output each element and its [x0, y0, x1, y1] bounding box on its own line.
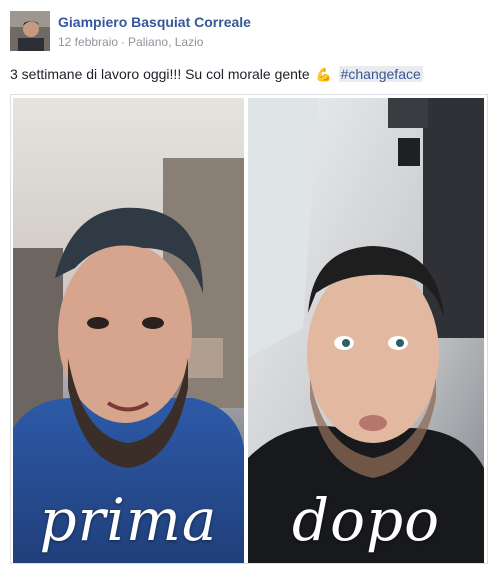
- author-avatar[interactable]: [10, 11, 50, 51]
- post-location-link[interactable]: Paliano, Lazio: [128, 35, 203, 49]
- flexed-biceps-icon: 💪: [315, 67, 332, 82]
- photo-before[interactable]: prima: [13, 98, 244, 563]
- meta-separator: ·: [121, 35, 126, 49]
- hashtag-link[interactable]: #changeface: [338, 66, 423, 82]
- photo-after[interactable]: dopo: [248, 98, 484, 563]
- photo-collage[interactable]: prima dopo: [10, 94, 488, 564]
- post-date-link[interactable]: 12 febbraio: [58, 35, 118, 49]
- facebook-post: Giampiero Basquiat Correale 12 febbraio ·…: [0, 0, 499, 567]
- post-text: 3 settimane di lavoro oggi!!! Su col mor…: [10, 66, 310, 82]
- photo-after-caption: dopo: [291, 486, 441, 554]
- avatar-image: [10, 11, 50, 51]
- post-meta: 12 febbraio · Paliano, Lazio: [58, 35, 203, 49]
- author-name-link[interactable]: Giampiero Basquiat Correale: [58, 14, 251, 30]
- photo-before-caption: prima: [39, 486, 218, 554]
- post-body: 3 settimane di lavoro oggi!!! Su col mor…: [10, 64, 423, 85]
